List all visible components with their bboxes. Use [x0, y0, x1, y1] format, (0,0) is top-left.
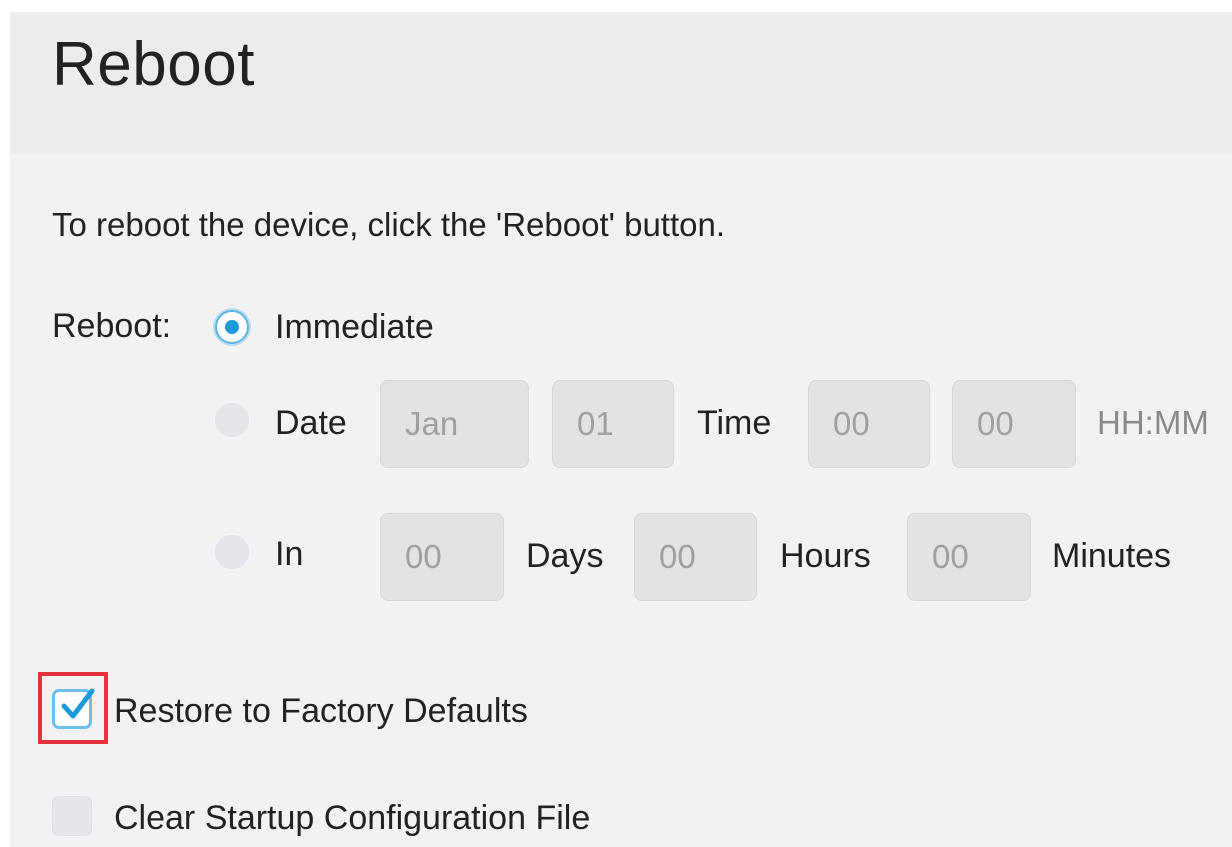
date-label: Date	[275, 404, 347, 442]
date-day-input[interactable]: 01	[552, 380, 674, 468]
clear-startup-config-label: Clear Startup Configuration File	[114, 799, 591, 837]
in-radio[interactable]	[215, 535, 249, 569]
reboot-label: Reboot:	[52, 307, 172, 345]
check-icon	[61, 688, 95, 719]
date-radio[interactable]	[215, 403, 249, 437]
page-header: Reboot	[10, 12, 1232, 154]
in-hours-input[interactable]: 00	[634, 513, 757, 601]
time-format-hint: HH:MM	[1097, 404, 1209, 441]
restore-factory-defaults-label: Restore to Factory Defaults	[114, 692, 528, 730]
time-label: Time	[697, 404, 772, 442]
immediate-label: Immediate	[275, 308, 434, 346]
restore-factory-defaults-checkbox[interactable]	[52, 688, 95, 729]
date-month-input[interactable]: Jan	[380, 380, 529, 468]
page-title: Reboot	[52, 30, 255, 99]
in-days-input[interactable]: 00	[380, 513, 504, 601]
reboot-description: To reboot the device, click the 'Reboot'…	[52, 206, 726, 243]
in-minutes-input[interactable]: 00	[907, 513, 1031, 601]
time-hour-input[interactable]: 00	[808, 380, 930, 468]
clear-startup-config-checkbox[interactable]	[52, 796, 92, 836]
days-label: Days	[526, 537, 604, 575]
hours-label: Hours	[780, 537, 871, 575]
in-label: In	[275, 535, 304, 573]
time-minute-input[interactable]: 00	[952, 380, 1076, 468]
minutes-label: Minutes	[1052, 537, 1172, 575]
immediate-radio[interactable]	[215, 310, 249, 344]
